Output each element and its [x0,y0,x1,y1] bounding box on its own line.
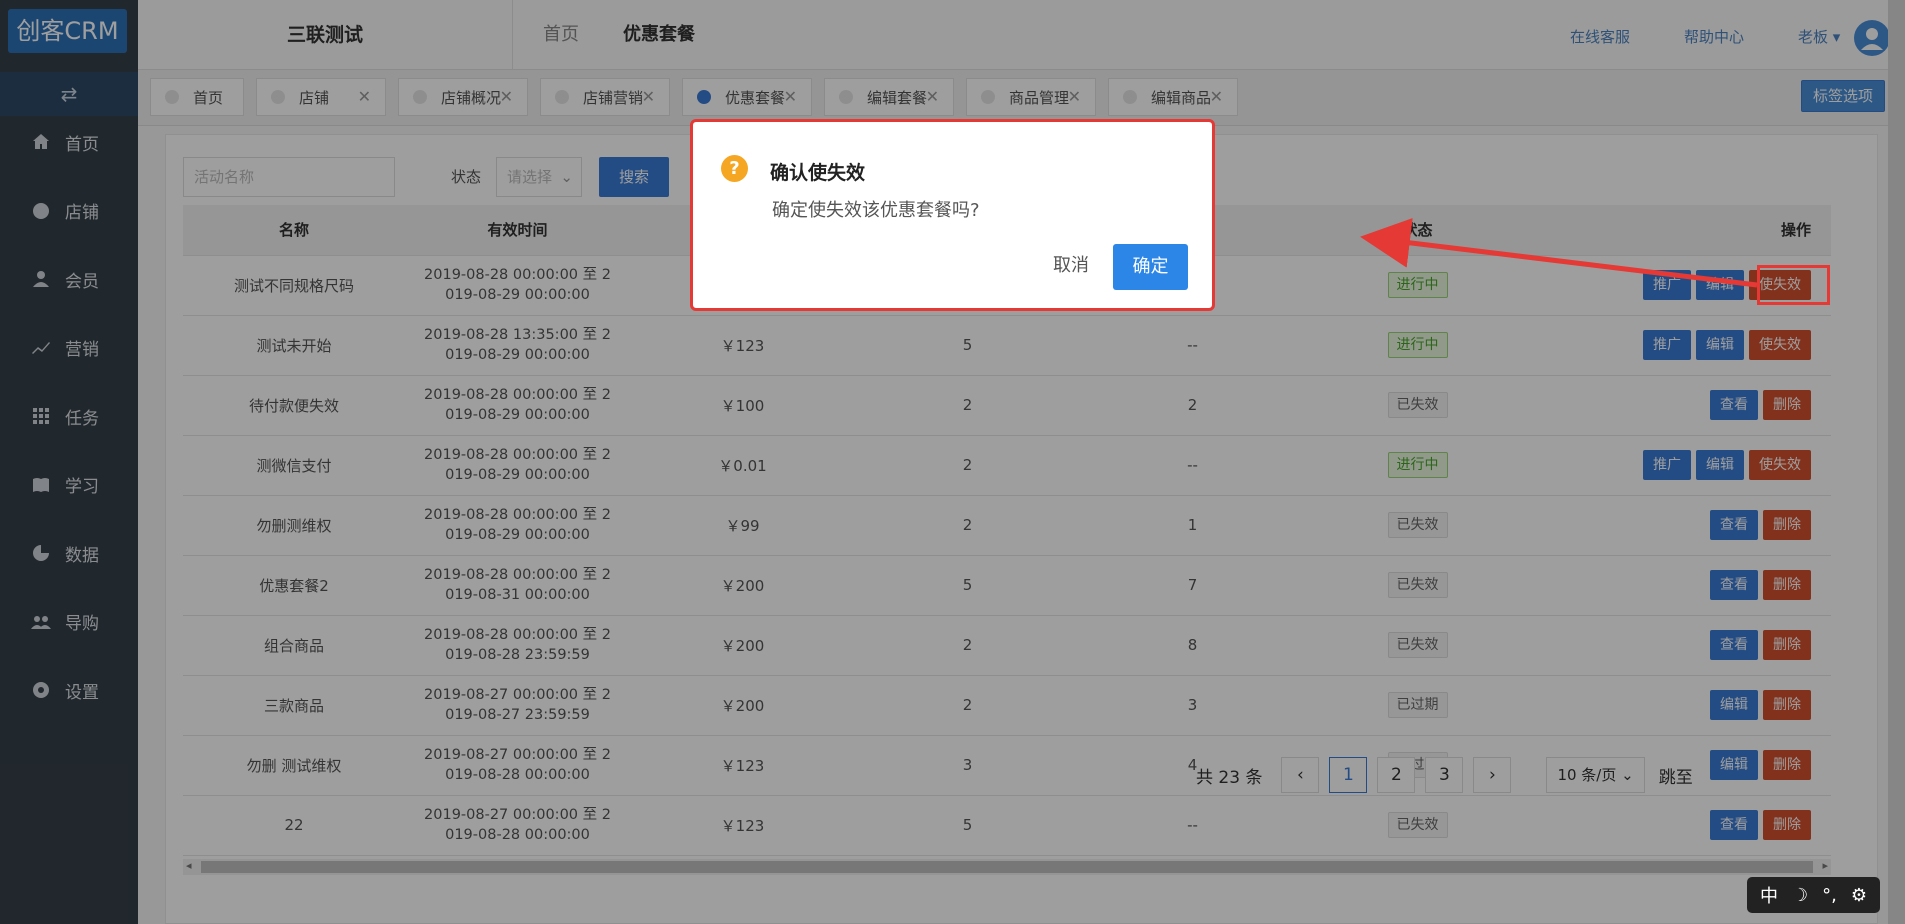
dialog-title: 确认使失效 [770,162,866,184]
cancel-button[interactable]: 取消 [1043,244,1099,288]
confirm-dialog: ? 确认使失效 确定使失效该优惠套餐吗? 取消 确定 [690,119,1215,311]
confirm-button[interactable]: 确定 [1113,244,1188,290]
moon-icon[interactable]: ☽ [1792,885,1808,906]
question-icon: ? [721,155,748,182]
annotation-highlight-box [1757,265,1830,305]
punctuation-icon[interactable]: °, [1822,885,1837,906]
ime-toolbar: 中 ☽ °, ⚙ [1747,877,1880,913]
gear-icon[interactable]: ⚙ [1851,885,1867,906]
ime-chinese-mode[interactable]: 中 [1760,882,1778,908]
dialog-message: 确定使失效该优惠套餐吗? [772,200,980,221]
